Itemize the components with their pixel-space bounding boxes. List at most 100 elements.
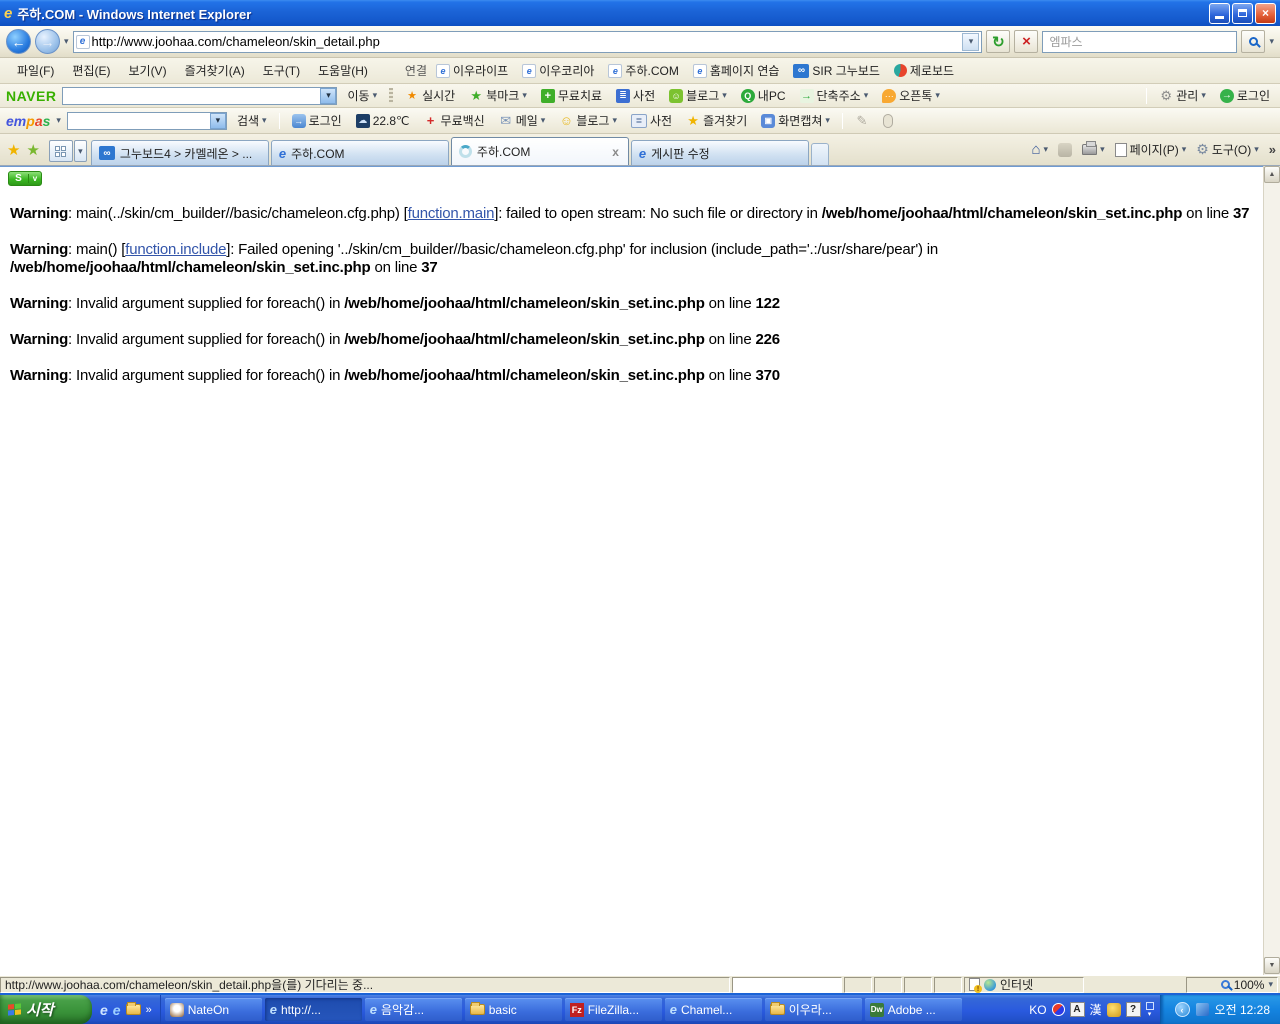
empas-highlight-button[interactable]: ✎ bbox=[851, 112, 873, 130]
taskbar-item-chameleon[interactable]: e Chamel... bbox=[665, 998, 762, 1021]
naver-dictionary-button[interactable]: ≣ 사전 bbox=[612, 85, 659, 106]
taskbar-item-filezilla[interactable]: Fz FileZilla... bbox=[565, 998, 662, 1021]
quick-tabs-button[interactable] bbox=[49, 140, 73, 162]
search-input[interactable] bbox=[1047, 34, 1232, 50]
naver-blog-button[interactable]: ☺ 블로그 ▾ bbox=[665, 85, 731, 106]
favorites-center-button[interactable]: ★ bbox=[7, 141, 20, 159]
empas-blog-button[interactable]: ☺ 블로그 ▾ bbox=[555, 110, 621, 131]
toolbar-grip[interactable] bbox=[389, 88, 393, 104]
naver-go-button[interactable]: 이동 ▾ bbox=[343, 85, 381, 106]
naver-opentalk-button[interactable]: ··· 오픈톡 ▾ bbox=[878, 85, 944, 106]
link-joohaa[interactable]: e 주하.COM bbox=[603, 60, 683, 81]
quick-launch-ie-desktop-icon[interactable]: e bbox=[100, 1002, 108, 1018]
address-input[interactable] bbox=[90, 33, 963, 50]
zoom-control[interactable]: 100% ▾ bbox=[1186, 977, 1278, 993]
page-menu-button[interactable]: 페이지(P) ▾ bbox=[1111, 139, 1191, 160]
function-include-link[interactable]: function.include bbox=[125, 241, 226, 258]
new-tab-stub[interactable] bbox=[811, 143, 829, 165]
taskbar-item-nateon[interactable]: NateOn bbox=[165, 998, 262, 1021]
chevron-down-icon[interactable]: ▾ bbox=[210, 113, 226, 129]
restore-button[interactable] bbox=[1232, 3, 1253, 24]
search-options-dropdown[interactable]: ▾ bbox=[1269, 36, 1274, 47]
naver-bookmark-button[interactable]: ★ 북마크 ▾ bbox=[465, 85, 531, 106]
stop-button[interactable]: × bbox=[1014, 30, 1038, 53]
naver-login-button[interactable]: → 로그인 bbox=[1216, 85, 1274, 106]
empas-login-button[interactable]: → 로그인 bbox=[288, 110, 346, 131]
empas-search-combo[interactable]: ▾ bbox=[67, 112, 227, 130]
ime-mode-button[interactable]: A bbox=[1070, 1002, 1085, 1017]
search-go-button[interactable] bbox=[1241, 30, 1265, 53]
vertical-scrollbar[interactable]: ▲ ▼ bbox=[1263, 166, 1280, 975]
ime-language-label[interactable]: KO bbox=[1029, 1003, 1046, 1017]
tray-collapse-button[interactable]: ‹ bbox=[1175, 1002, 1190, 1017]
language-bar-options[interactable]: ▾ bbox=[1146, 1002, 1154, 1018]
tab-board-edit[interactable]: e 게시판 수정 bbox=[631, 140, 809, 165]
home-button[interactable]: ⌂ ▾ bbox=[1027, 139, 1052, 160]
tab-gnuboard[interactable]: ∞ 그누보드4 > 카멜레온 > ... bbox=[91, 140, 269, 165]
quick-launch-ie-icon[interactable]: e bbox=[113, 1002, 121, 1018]
tray-network-icon[interactable] bbox=[1196, 1003, 1209, 1016]
link-homepage-practice[interactable]: e 홈페이지 연습 bbox=[688, 60, 785, 81]
empas-mail-button[interactable]: ✉ 메일 ▾ bbox=[495, 110, 550, 131]
empas-dictionary-button[interactable]: ≣ 사전 bbox=[627, 110, 676, 131]
add-favorite-button[interactable]: ★ bbox=[26, 141, 39, 159]
menu-file[interactable]: 파일(F) bbox=[8, 59, 63, 82]
naver-freecare-button[interactable]: + 무료치료 bbox=[537, 85, 606, 106]
empas-favorites-button[interactable]: ★ 즐겨찾기 bbox=[682, 110, 751, 131]
quick-launch-overflow-chevron[interactable]: » bbox=[146, 1004, 152, 1016]
link-zeroboard[interactable]: 제로보드 bbox=[889, 60, 959, 81]
function-main-link[interactable]: function.main bbox=[408, 205, 495, 222]
empas-vaccine-button[interactable]: + 무료백신 bbox=[420, 110, 489, 131]
menu-help[interactable]: 도움말(H) bbox=[309, 59, 377, 82]
naver-logo[interactable]: NAVER bbox=[6, 88, 56, 104]
menu-view[interactable]: 보기(V) bbox=[119, 59, 175, 82]
tab-list-dropdown[interactable]: ▾ bbox=[74, 140, 87, 162]
refresh-button[interactable]: ↻ bbox=[986, 30, 1010, 53]
tab-joohaa-1[interactable]: e 주하.COM bbox=[271, 140, 449, 165]
link-iwoolife[interactable]: e 이우라이프 bbox=[431, 60, 513, 81]
print-button[interactable]: ▾ bbox=[1078, 142, 1109, 157]
clock[interactable]: 오전 12:28 bbox=[1215, 1001, 1270, 1018]
quick-launch-folder-icon[interactable] bbox=[126, 1004, 141, 1015]
empas-mouse-button[interactable] bbox=[879, 112, 897, 130]
chevron-down-icon[interactable]: ▾ bbox=[320, 88, 336, 104]
close-button[interactable]: × bbox=[1255, 3, 1276, 24]
ime-ball-icon[interactable] bbox=[1052, 1003, 1065, 1016]
taskbar-item-http[interactable]: e http://... bbox=[265, 998, 362, 1021]
taskbar-item-music[interactable]: e 음악감... bbox=[365, 998, 462, 1021]
tab-joohaa-active[interactable]: 주하.COM x bbox=[451, 137, 629, 165]
naver-shorturl-button[interactable]: → 단축주소 ▾ bbox=[796, 85, 873, 106]
taskbar-item-basic[interactable]: basic bbox=[465, 998, 562, 1021]
scroll-up-button[interactable]: ▲ bbox=[1264, 166, 1280, 183]
feeds-button[interactable] bbox=[1054, 141, 1076, 159]
naver-realtime-button[interactable]: ★ 실시간 bbox=[401, 85, 459, 106]
naver-manage-button[interactable]: ⚙ 관리 ▾ bbox=[1155, 85, 1210, 106]
ime-character-icon[interactable] bbox=[1107, 1003, 1121, 1017]
command-overflow-chevron[interactable]: » bbox=[1269, 142, 1276, 157]
history-dropdown[interactable]: ▾ bbox=[64, 36, 69, 47]
taskbar-item-iwoo-folder[interactable]: 이우라... bbox=[765, 998, 862, 1021]
start-button[interactable]: 시작 bbox=[0, 995, 92, 1024]
empas-weather-button[interactable]: ☁ 22.8℃ bbox=[352, 112, 414, 130]
ime-hanja-button[interactable]: 漢 bbox=[1090, 1001, 1102, 1018]
scroll-down-button[interactable]: ▼ bbox=[1264, 957, 1280, 974]
naver-search-combo[interactable]: ▾ bbox=[62, 87, 337, 105]
security-zone[interactable]: 인터넷 bbox=[964, 977, 1084, 993]
naver-mypc-button[interactable]: Q 내PC bbox=[737, 85, 790, 106]
menu-edit[interactable]: 편집(E) bbox=[63, 59, 119, 82]
empas-logo[interactable]: empas bbox=[6, 113, 50, 129]
empas-logo-dropdown[interactable]: ▾ bbox=[56, 115, 61, 126]
link-iwookorea[interactable]: e 이우코리아 bbox=[517, 60, 599, 81]
forward-button[interactable]: → bbox=[35, 29, 60, 54]
taskbar-item-adobe[interactable]: Dw Adobe ... bbox=[865, 998, 962, 1021]
menu-favorites[interactable]: 즐겨찾기(A) bbox=[176, 59, 254, 82]
ime-help-button[interactable]: ? bbox=[1126, 1002, 1141, 1017]
empas-capture-button[interactable]: ▣ 화면캡쳐 ▾ bbox=[757, 110, 834, 131]
address-dropdown[interactable]: ▾ bbox=[962, 33, 979, 51]
tab-close-button[interactable]: x bbox=[610, 145, 621, 159]
minimize-button[interactable] bbox=[1209, 3, 1230, 24]
link-sir-gnuboard[interactable]: ∞ SIR 그누보드 bbox=[788, 60, 885, 81]
menu-tools[interactable]: 도구(T) bbox=[254, 59, 309, 82]
empas-search-button[interactable]: 검색 ▾ bbox=[233, 110, 271, 131]
back-button[interactable]: ← bbox=[6, 29, 31, 54]
